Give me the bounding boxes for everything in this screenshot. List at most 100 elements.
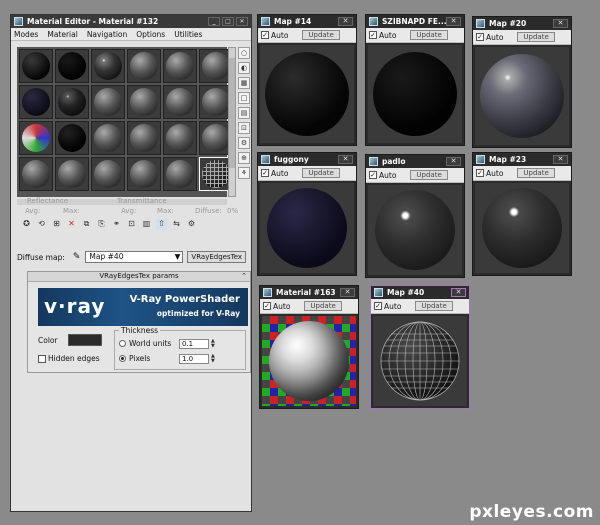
menu-navigation[interactable]: Navigation	[87, 30, 127, 39]
assign-to-selection-icon[interactable]: ⊞	[51, 219, 62, 230]
map-window-titlebar[interactable]: Map #23 ✕	[473, 153, 571, 166]
material-id-icon[interactable]: ⚭	[111, 219, 122, 230]
sample-slot[interactable]	[91, 49, 125, 83]
auto-checkbox[interactable]: ✓	[263, 302, 271, 310]
material-editor-titlebar[interactable]: Material Editor - Material #132 _ □ ✕	[11, 15, 251, 28]
auto-checkbox[interactable]: ✓	[476, 33, 484, 41]
sample-slot[interactable]	[127, 121, 161, 155]
sample-slot[interactable]	[55, 121, 89, 155]
eyedropper-icon[interactable]: ✎	[73, 252, 81, 262]
put-to-library-icon[interactable]: ⎘	[96, 219, 107, 230]
go-forward-sibling-icon[interactable]: ⇆	[171, 219, 182, 230]
auto-checkbox[interactable]: ✓	[261, 31, 269, 39]
auto-checkbox[interactable]: ✓	[261, 169, 269, 177]
update-button[interactable]: Update	[517, 168, 555, 178]
options-icon[interactable]: ⚙	[238, 137, 250, 149]
close-icon[interactable]: ✕	[553, 19, 568, 28]
map-window-titlebar[interactable]: Material #163 ✕	[260, 286, 358, 299]
update-button[interactable]: Update	[410, 30, 448, 40]
close-icon[interactable]: ✕	[446, 157, 461, 166]
preview-sphere	[265, 52, 349, 136]
sample-slot[interactable]	[19, 121, 53, 155]
backlight-icon[interactable]: ◐	[238, 62, 250, 74]
map-preview	[368, 45, 462, 143]
sample-slot[interactable]	[127, 85, 161, 119]
sample-slot[interactable]	[91, 85, 125, 119]
update-button[interactable]: Update	[302, 30, 340, 40]
sample-slot[interactable]	[127, 157, 161, 191]
auto-checkbox[interactable]: ✓	[369, 31, 377, 39]
sample-slot[interactable]	[163, 85, 197, 119]
make-unique-icon[interactable]: ⧉	[81, 219, 92, 230]
rollout-header[interactable]: VRayEdgesTex params ⌃	[28, 272, 250, 282]
sample-slot[interactable]	[91, 121, 125, 155]
sample-slot[interactable]	[91, 157, 125, 191]
material-map-navigator-icon[interactable]: ⚘	[238, 167, 250, 179]
sample-slot[interactable]	[127, 49, 161, 83]
reset-map-icon[interactable]: ✕	[66, 219, 77, 230]
sample-slot[interactable]	[163, 121, 197, 155]
video-color-check-icon[interactable]: ▤	[238, 107, 250, 119]
slots-vertical-scrollbar[interactable]	[228, 47, 236, 197]
map-window-titlebar[interactable]: fuggony ✕	[258, 153, 356, 166]
sample-slot[interactable]	[163, 157, 197, 191]
pixels-radio[interactable]	[119, 355, 126, 362]
sample-slot[interactable]	[19, 157, 53, 191]
update-button[interactable]: Update	[302, 168, 340, 178]
map-window-titlebar[interactable]: Map #40 ✕	[371, 286, 469, 299]
hidden-edges-label: Hidden edges	[48, 354, 100, 363]
map-name-dropdown[interactable]: Map #40 ▼	[85, 251, 184, 263]
map-window-titlebar[interactable]: padlo ✕	[366, 155, 464, 168]
max-app-icon	[261, 17, 270, 26]
collapse-icon[interactable]: ⌃	[241, 272, 247, 281]
close-icon[interactable]: ✕	[340, 288, 355, 297]
auto-checkbox[interactable]: ✓	[374, 302, 382, 310]
sample-slot[interactable]	[55, 157, 89, 191]
pixels-spinner[interactable]: 1.0	[179, 354, 209, 364]
sample-type-icon[interactable]: ○	[238, 47, 250, 59]
make-preview-icon[interactable]: ⊡	[238, 122, 250, 134]
auto-checkbox[interactable]: ✓	[369, 171, 377, 179]
hidden-edges-checkbox[interactable]	[38, 354, 46, 363]
background-checker-icon[interactable]: ▦	[238, 77, 250, 89]
close-icon[interactable]: ✕	[451, 288, 466, 297]
put-to-scene-icon[interactable]: ⟲	[36, 219, 47, 230]
auto-checkbox[interactable]: ✓	[476, 169, 484, 177]
sample-slot[interactable]	[163, 49, 197, 83]
close-icon[interactable]: ✕	[338, 17, 353, 26]
show-end-result-icon[interactable]: ▥	[141, 219, 152, 230]
close-icon[interactable]: ✕	[446, 17, 461, 26]
go-to-parent-icon[interactable]: ⇧	[156, 219, 167, 230]
close-icon[interactable]: ✕	[236, 17, 248, 26]
edge-color-swatch[interactable]	[67, 334, 102, 346]
show-in-viewport-icon[interactable]: ⊡	[126, 219, 137, 230]
select-by-material-icon[interactable]: ⊕	[238, 152, 250, 164]
world-units-spinner[interactable]: 0.1	[179, 339, 209, 349]
map-type-button[interactable]: VRayEdgesTex	[187, 251, 247, 263]
sample-slot[interactable]	[55, 85, 89, 119]
menu-material[interactable]: Material	[47, 30, 77, 39]
close-icon[interactable]: ✕	[338, 155, 353, 164]
update-button[interactable]: Update	[415, 301, 453, 311]
world-units-radio[interactable]	[119, 340, 126, 347]
pick-material-icon[interactable]: ⚙	[186, 219, 197, 230]
menu-options[interactable]: Options	[136, 30, 165, 39]
map-window-titlebar[interactable]: SZIBNAPD FE... ✕	[366, 15, 464, 28]
sample-slot[interactable]	[55, 49, 89, 83]
map-window-titlebar[interactable]: Map #14 ✕	[258, 15, 356, 28]
sample-slot[interactable]	[19, 49, 53, 83]
world-units-spinner-arrows-icon[interactable]: ▲ ▼	[211, 339, 217, 349]
map-window-titlebar[interactable]: Map #20 ✕	[473, 17, 571, 30]
maximize-icon[interactable]: □	[222, 17, 234, 26]
close-icon[interactable]: ✕	[553, 155, 568, 164]
update-button[interactable]: Update	[517, 32, 555, 42]
update-button[interactable]: Update	[304, 301, 342, 311]
update-button[interactable]: Update	[410, 170, 448, 180]
menu-modes[interactable]: Modes	[14, 30, 38, 39]
sample-slot[interactable]	[19, 85, 53, 119]
uv-tiling-icon[interactable]: □	[238, 92, 250, 104]
menu-utilities[interactable]: Utilities	[174, 30, 202, 39]
minimize-icon[interactable]: _	[208, 17, 220, 26]
get-material-icon[interactable]: ✪	[21, 219, 32, 230]
pixels-spinner-arrows-icon[interactable]: ▲ ▼	[211, 354, 217, 364]
